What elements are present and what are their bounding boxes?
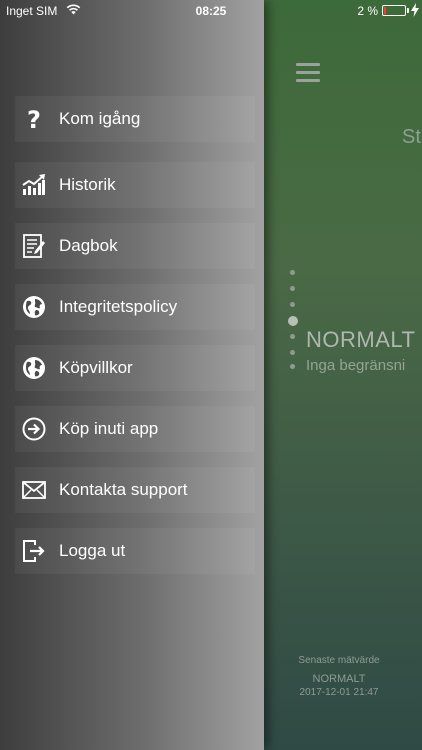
status-text: NORMALT [306,327,416,352]
status-subtext: Inga begränsni [306,357,406,374]
menu-item-label: Integritetspolicy [59,297,178,316]
menu-item-logga-ut[interactable]: Logga ut [15,528,255,574]
menu-item-kontakta-support[interactable]: Kontakta support [15,467,255,513]
battery-percent: 2 % [357,4,378,18]
hamburger-menu-icon[interactable] [296,63,320,83]
level-dot-active [288,316,298,326]
menu-item-label: Historik [59,175,116,194]
question-icon: ? [21,106,47,132]
menu-item-label: Logga ut [59,541,126,560]
last-measurement-value: NORMALT [312,673,366,685]
menu-item-integritetspolicy[interactable]: Integritetspolicy [15,284,255,330]
level-dot [290,350,295,355]
level-dot [290,334,295,339]
menu-item-label: Köpvillkor [59,358,133,377]
logout-icon [21,538,47,564]
level-dot [290,270,295,275]
battery-level-fill [384,7,386,14]
side-menu: ? Kom igång Historik Dagbok Integritetsp… [0,0,264,750]
menu-item-kop-inuti-app[interactable]: Köp inuti app [15,406,255,452]
last-measurement-label: Senaste mätvärde [298,655,380,666]
level-dot [290,364,295,369]
menu-item-kom-igang[interactable]: ? Kom igång [15,96,255,142]
status-bar: Inget SIM 08:25 2 % [0,0,422,22]
svg-text:?: ? [27,106,41,132]
menu-item-label: Dagbok [59,236,118,255]
last-measurement-time: 2017-12-01 21:47 [299,687,379,698]
main-title: St [402,126,421,148]
globe-icon [21,294,47,320]
menu-item-label: Kom igång [59,109,141,128]
level-dot [290,302,295,307]
charging-bolt-icon [411,3,419,20]
level-dot [290,286,295,291]
mail-icon [21,477,47,503]
menu-item-historik[interactable]: Historik [15,162,255,208]
battery-icon [382,5,406,16]
menu-item-kopvillkor[interactable]: Köpvillkor [15,345,255,391]
menu-item-label: Kontakta support [59,480,188,499]
diary-icon [21,233,47,259]
menu-item-label: Köp inuti app [59,419,159,438]
battery-tip [407,8,409,13]
globe-icon [21,355,47,381]
arrow-circle-icon [21,416,47,442]
main-screen: St NORMALT Inga begränsni Senaste mätvär… [264,0,422,750]
chart-icon [21,172,47,198]
menu-item-dagbok[interactable]: Dagbok [15,223,255,269]
